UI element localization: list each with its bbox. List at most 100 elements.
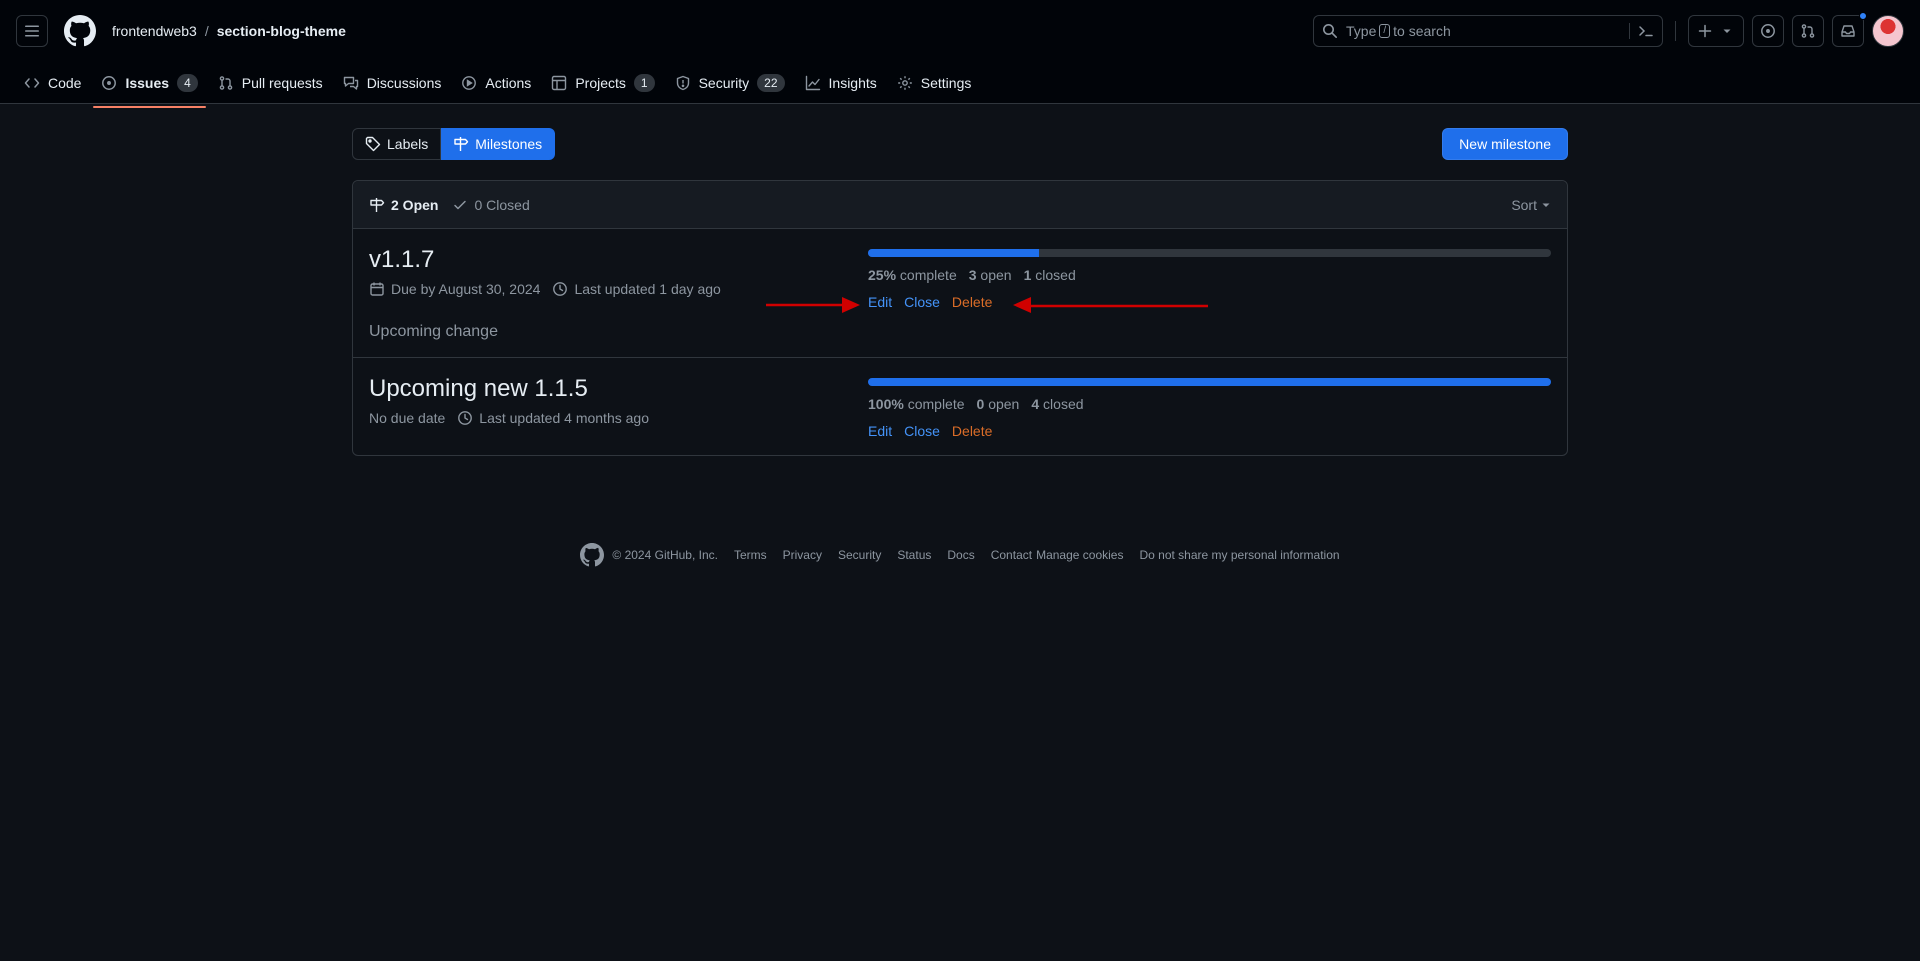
repo-tabs: Code Issues 4 Pull requests Discussions … <box>0 62 1920 108</box>
issues-button[interactable] <box>1752 15 1784 47</box>
tab-projects-label: Projects <box>575 75 626 91</box>
footer-link-do-not-share[interactable]: Do not share my personal information <box>1139 548 1339 562</box>
labels-milestones-toggle: Labels Milestones <box>352 128 556 160</box>
play-icon <box>462 76 477 90</box>
milestone-title[interactable]: Upcoming new 1.1.5 <box>369 374 868 404</box>
footer-link-docs[interactable]: Docs <box>947 548 974 562</box>
github-mark-icon <box>64 15 96 47</box>
sort-dropdown[interactable]: Sort <box>1511 197 1551 213</box>
footer-link-contact[interactable]: Contact <box>991 548 1032 562</box>
tab-pull-requests[interactable]: Pull requests <box>210 67 331 99</box>
clock-icon <box>458 411 473 425</box>
milestone-progress-bar <box>868 249 1551 257</box>
pull-requests-button[interactable] <box>1792 15 1824 47</box>
tab-projects[interactable]: Projects 1 <box>543 67 662 99</box>
milestone-icon <box>370 197 385 212</box>
tab-settings[interactable]: Settings <box>889 67 980 99</box>
complete-label: complete <box>907 396 965 412</box>
closed-label: closed <box>1043 396 1084 412</box>
gear-icon <box>897 76 912 90</box>
milestones-list-header: 2 Open 0 Closed Sort <box>353 181 1567 229</box>
milestone-last-updated: Last updated 4 months ago <box>479 410 649 426</box>
tab-insights[interactable]: Insights <box>797 67 885 99</box>
plus-icon <box>1698 24 1712 38</box>
tab-code[interactable]: Code <box>16 67 89 99</box>
open-issues-count: 0 <box>976 396 985 412</box>
create-new-button[interactable] <box>1688 15 1744 47</box>
comment-discussion-icon <box>343 76 358 90</box>
closed-count-label: 0 Closed <box>474 196 530 213</box>
milestone-progress-fill <box>868 249 1039 257</box>
milestone-icon <box>454 137 469 151</box>
footer-link-status[interactable]: Status <box>897 548 931 562</box>
footer-link-privacy[interactable]: Privacy <box>783 548 822 562</box>
close-milestone-link[interactable]: Close <box>904 294 940 310</box>
milestones-list: 2 Open 0 Closed Sort v1.1.7 Due by Augus… <box>352 180 1568 456</box>
footer-link-terms[interactable]: Terms <box>734 548 767 562</box>
open-issues-count: 3 <box>968 267 977 283</box>
footer-link-security[interactable]: Security <box>838 548 881 562</box>
tab-security[interactable]: Security 22 <box>667 67 793 99</box>
repo-link[interactable]: section-blog-theme <box>217 23 346 39</box>
labels-tab-label: Labels <box>387 136 429 152</box>
hamburger-icon <box>25 25 39 37</box>
footer-copyright-text: © 2024 GitHub, Inc. <box>612 548 718 562</box>
tab-discussions[interactable]: Discussions <box>335 67 450 99</box>
milestone-last-updated: Last updated 1 day ago <box>574 281 721 297</box>
open-label: open <box>980 267 1012 283</box>
command-palette-button[interactable] <box>1629 23 1654 39</box>
edit-milestone-link[interactable]: Edit <box>868 423 892 439</box>
search-input[interactable]: Type / to search <box>1313 15 1663 47</box>
avatar[interactable] <box>1872 15 1904 47</box>
annotation-arrow-right <box>766 297 860 313</box>
milestones-tab[interactable]: Milestones <box>441 128 556 160</box>
milestone-title[interactable]: v1.1.7 <box>369 245 868 275</box>
tab-issues[interactable]: Issues 4 <box>93 67 207 108</box>
search-shortcut-key: / <box>1379 24 1391 38</box>
labels-tab[interactable]: Labels <box>352 128 442 160</box>
github-mark-icon <box>580 543 605 567</box>
subnav-row: Labels Milestones New milestone <box>352 128 1568 160</box>
tag-icon <box>365 136 381 152</box>
search-icon <box>1323 24 1337 38</box>
tab-actions[interactable]: Actions <box>453 67 539 99</box>
milestone-progress-fill <box>868 378 1551 386</box>
graph-icon <box>805 75 820 91</box>
percent-complete: 100% <box>868 396 904 412</box>
closed-issues-count: 1 <box>1023 267 1032 283</box>
menu-button[interactable] <box>16 15 48 47</box>
edit-milestone-link[interactable]: Edit <box>868 294 892 310</box>
tab-discussions-label: Discussions <box>366 75 442 91</box>
security-counter: 22 <box>757 74 785 92</box>
closed-milestones-filter[interactable]: 0 Closed <box>452 196 530 213</box>
issue-opened-icon <box>102 76 117 90</box>
git-pull-request-icon <box>1801 24 1815 38</box>
milestone-description: Upcoming change <box>369 323 498 340</box>
milestone-progress-bar <box>868 378 1551 386</box>
triangle-down-icon <box>1723 29 1731 33</box>
top-actions: Type / to search <box>1313 12 1904 47</box>
open-label: open <box>988 396 1020 412</box>
git-pull-request-icon <box>219 76 233 90</box>
delete-milestone-link[interactable]: Delete <box>952 294 992 310</box>
inbox-button[interactable] <box>1832 12 1867 47</box>
owner-link[interactable]: frontendweb3 <box>112 23 197 39</box>
new-milestone-button[interactable]: New milestone <box>1442 128 1568 160</box>
search-placeholder-before: Type <box>1346 23 1377 39</box>
tab-pull-requests-label: Pull requests <box>241 75 323 91</box>
divider <box>1675 21 1676 41</box>
open-milestones-filter[interactable]: 2 Open <box>369 197 438 213</box>
close-milestone-link[interactable]: Close <box>904 423 940 439</box>
triangle-down-icon <box>1542 203 1550 207</box>
delete-milestone-link[interactable]: Delete <box>952 423 992 439</box>
tab-insights-label: Insights <box>828 75 877 91</box>
issue-opened-icon <box>1761 24 1775 38</box>
milestone-meta: No due date Last updated 4 months ago <box>369 410 868 426</box>
breadcrumb-separator: / <box>204 23 209 39</box>
github-logo[interactable] <box>64 15 96 47</box>
footer-link-manage-cookies[interactable]: Manage cookies <box>1036 548 1123 562</box>
milestone-stats: 25% complete 3 open 1 closed <box>868 267 1551 283</box>
top-bar: frontendweb3 / section-blog-theme Type /… <box>0 0 1920 62</box>
milestones-tab-label: Milestones <box>475 136 543 152</box>
breadcrumb: frontendweb3 / section-blog-theme <box>112 23 346 39</box>
